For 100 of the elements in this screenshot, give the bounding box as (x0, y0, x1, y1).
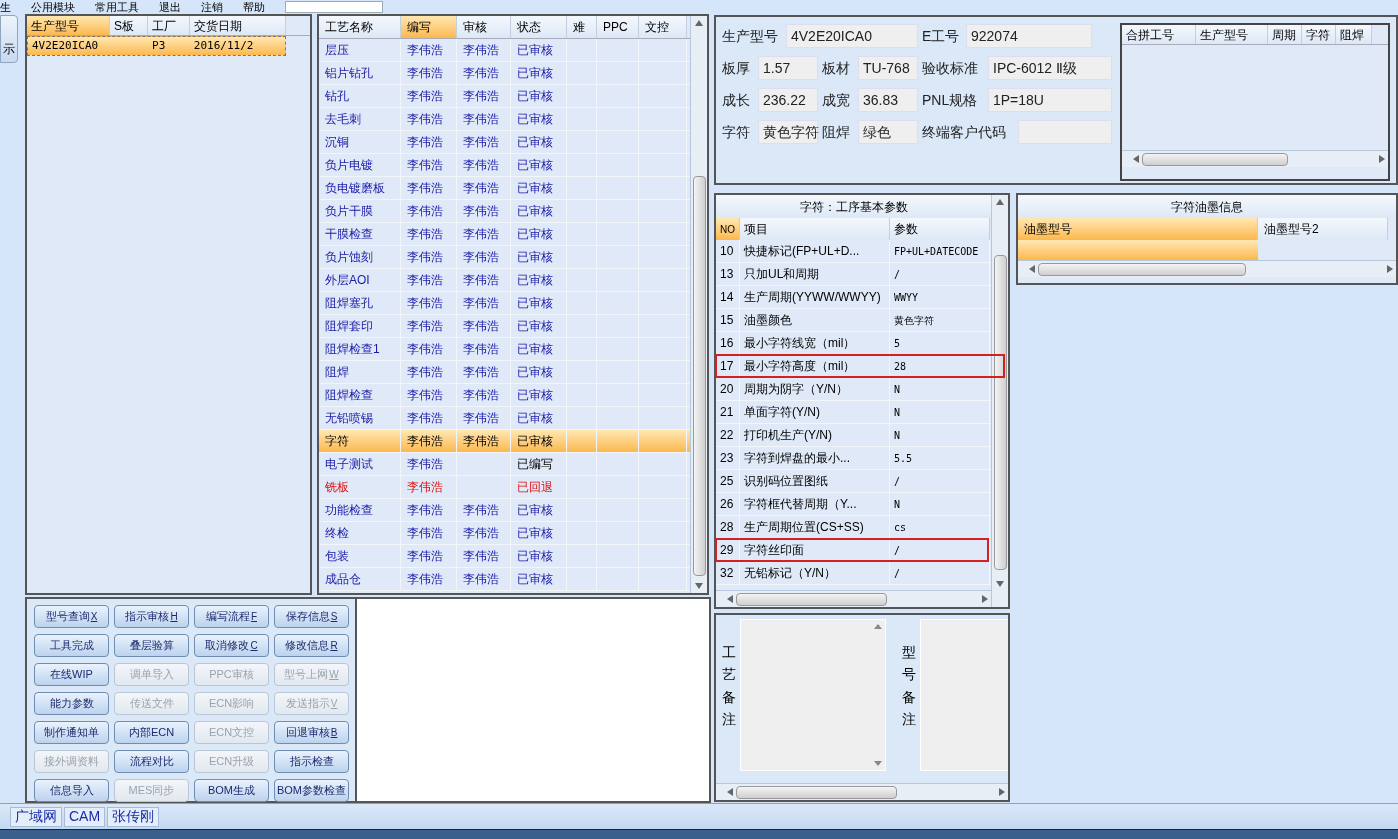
scroll-left-icon[interactable] (1029, 265, 1035, 273)
table-row[interactable]: 干膜检查 李伟浩 李伟浩 已审核 (319, 223, 690, 246)
input-field[interactable]: IPC-6012 Ⅱ级 (988, 56, 1112, 80)
status-tab[interactable]: 广域网 (10, 806, 62, 827)
horizontal-scrollbar[interactable] (1122, 150, 1388, 167)
action-button[interactable]: 制作通知单 (34, 721, 109, 744)
table-row[interactable]: 负片电镀 李伟浩 李伟浩 已审核 (319, 154, 690, 177)
action-button[interactable]: 信息导入 (34, 779, 109, 802)
table-row[interactable]: 阻焊塞孔 李伟浩 李伟浩 已审核 (319, 292, 690, 315)
action-button[interactable]: 型号查询X (34, 605, 109, 628)
column-header[interactable]: 项目 (740, 218, 890, 240)
scroll-right-icon[interactable] (999, 788, 1005, 796)
column-header[interactable]: 生产型号 (1196, 25, 1268, 44)
column-header[interactable]: NO (716, 218, 740, 240)
table-row[interactable]: 阻焊检查1 李伟浩 李伟浩 已审核 (319, 338, 690, 361)
action-button[interactable]: 在线WIP (34, 663, 109, 686)
table-row[interactable]: 铝片钻孔 李伟浩 李伟浩 已审核 (319, 62, 690, 85)
scroll-thumb[interactable] (1038, 262, 1246, 276)
horizontal-scrollbar[interactable] (716, 590, 991, 607)
table-row[interactable]: 字符 李伟浩 李伟浩 已审核 (319, 430, 690, 453)
table-row[interactable]: 负电镀磨板 李伟浩 李伟浩 已审核 (319, 177, 690, 200)
column-header[interactable]: 状态 (511, 16, 567, 38)
column-header[interactable]: 交货日期 (190, 16, 286, 35)
column-header[interactable]: 字符 (1302, 25, 1336, 44)
scroll-thumb[interactable] (993, 255, 1007, 570)
input-field[interactable]: 36.83 (858, 88, 918, 112)
table-row[interactable]: 铣板 李伟浩 已回退 (319, 476, 690, 499)
table-row[interactable]: 阻焊检查 李伟浩 李伟浩 已审核 (319, 384, 690, 407)
table-row[interactable]: 电子测试 李伟浩 已编写 (319, 453, 690, 476)
table-row[interactable]: 层压 李伟浩 李伟浩 已审核 (319, 39, 690, 62)
column-header[interactable]: 油墨型号 (1018, 218, 1258, 240)
action-button[interactable]: 回退审核B (274, 721, 349, 744)
action-button[interactable]: BOM参数检查 (274, 779, 349, 802)
side-button[interactable]: 示 (0, 15, 18, 63)
horizontal-scrollbar[interactable] (1018, 260, 1396, 277)
action-button[interactable]: 指示检查 (274, 750, 349, 773)
action-button[interactable]: 内部ECN (114, 721, 189, 744)
scroll-thumb[interactable] (736, 785, 897, 799)
table-row[interactable]: 功能检查 李伟浩 李伟浩 已审核 (319, 499, 690, 522)
menu-item[interactable]: 常用工具 (95, 1, 139, 13)
scroll-down-icon[interactable] (873, 761, 882, 766)
table-row[interactable] (1018, 240, 1258, 260)
scroll-up-icon[interactable] (873, 624, 882, 629)
menu-item[interactable]: 帮助 (243, 1, 265, 13)
input-field[interactable]: 1P=18U (988, 88, 1112, 112)
column-header[interactable]: 周期 (1268, 25, 1302, 44)
status-tab[interactable]: CAM (64, 806, 106, 827)
column-header[interactable]: 参数 (890, 218, 990, 240)
table-row[interactable]: 沉铜 李伟浩 李伟浩 已审核 (319, 131, 690, 154)
menu-item[interactable]: 生 (0, 1, 11, 13)
column-header[interactable]: PPC (597, 16, 639, 38)
action-button[interactable]: 编写流程F (194, 605, 269, 628)
column-header[interactable]: 油墨型号2 (1258, 218, 1388, 240)
horizontal-scrollbar[interactable] (716, 783, 1008, 800)
column-header[interactable]: 阻焊 (1336, 25, 1372, 44)
action-button[interactable]: 修改信息R (274, 634, 349, 657)
column-header[interactable]: 编写 (401, 16, 457, 38)
column-header[interactable]: 合拼工号 (1122, 25, 1196, 44)
scroll-left-icon[interactable] (1133, 155, 1139, 163)
column-header[interactable]: S板 (110, 16, 148, 35)
scroll-left-icon[interactable] (727, 595, 733, 603)
scroll-down-icon[interactable] (695, 583, 703, 589)
input-field[interactable]: 绿色 (858, 120, 918, 144)
scroll-right-icon[interactable] (1387, 265, 1393, 273)
input-field[interactable]: 黄色字符 (758, 120, 818, 144)
input-field[interactable]: 236.22 (758, 88, 818, 112)
scroll-left-icon[interactable] (727, 788, 733, 796)
table-row[interactable]: 包装 李伟浩 李伟浩 已审核 (319, 545, 690, 568)
menu-item[interactable]: 注销 (201, 1, 223, 13)
action-button[interactable]: 取消修改 C (194, 634, 269, 657)
status-tab[interactable]: 张传刚 (107, 806, 160, 827)
table-row[interactable]: 终检 李伟浩 李伟浩 已审核 (319, 522, 690, 545)
table-row[interactable]: 4V2E20ICA0 P3 2016/11/2 (27, 36, 286, 56)
table-row[interactable]: 负片干膜 李伟浩 李伟浩 已审核 (319, 200, 690, 223)
vertical-scrollbar[interactable] (991, 195, 1008, 607)
scroll-thumb[interactable] (1142, 152, 1289, 166)
action-button[interactable]: BOM生成 (194, 779, 269, 802)
table-row[interactable]: 阻焊 李伟浩 李伟浩 已审核 (319, 361, 690, 384)
scroll-down-icon[interactable] (996, 581, 1004, 587)
menu-item[interactable]: 公用模块 (31, 1, 75, 13)
table-row[interactable]: 成品仓 李伟浩 李伟浩 已审核 (319, 568, 690, 591)
column-header[interactable]: 难 (567, 16, 597, 38)
table-row[interactable]: 外层AOI 李伟浩 李伟浩 已审核 (319, 269, 690, 292)
column-header[interactable]: 文控 (639, 16, 687, 38)
column-header[interactable]: 生产型号 (27, 16, 110, 35)
scroll-right-icon[interactable] (982, 595, 988, 603)
scroll-right-icon[interactable] (1379, 155, 1385, 163)
action-button[interactable]: 工具完成 (34, 634, 109, 657)
menu-item[interactable]: 退出 (159, 1, 181, 13)
table-row[interactable]: 阻焊套印 李伟浩 李伟浩 已审核 (319, 315, 690, 338)
table-row[interactable]: 负片蚀刻 李伟浩 李伟浩 已审核 (319, 246, 690, 269)
input-field[interactable]: 4V2E20ICA0 (786, 24, 918, 48)
table-row[interactable]: 钻孔 李伟浩 李伟浩 已审核 (319, 85, 690, 108)
input-field[interactable]: 922074 (966, 24, 1092, 48)
scroll-up-icon[interactable] (695, 20, 703, 26)
action-button[interactable]: 保存信息S (274, 605, 349, 628)
column-header[interactable]: 工厂 (148, 16, 190, 35)
scroll-thumb[interactable] (736, 592, 888, 606)
dropdown-field[interactable] (285, 1, 383, 13)
scroll-up-icon[interactable] (996, 199, 1004, 205)
